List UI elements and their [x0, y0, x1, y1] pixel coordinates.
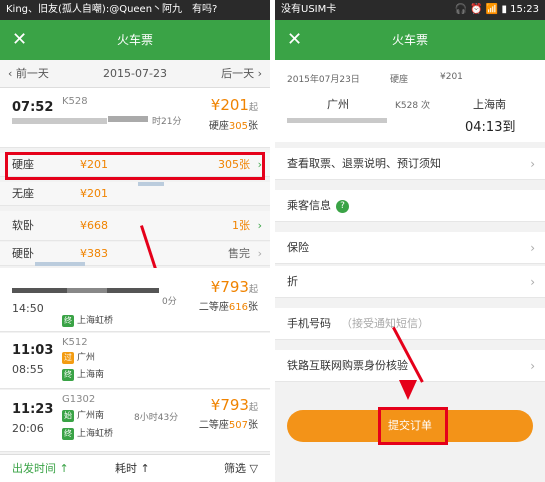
- page-title: 火车票: [116, 33, 153, 47]
- blurred-content: [138, 182, 164, 186]
- wifi-icon: 📶: [485, 4, 499, 15]
- train-item-g1302[interactable]: 11:23 20:06 G1302 始广州南 终上海虹桥 8小时43分 ¥793…: [0, 390, 270, 452]
- right-screen: 没有USIM卡 🎧 ⏰ 📶 ▮ 15:23 ✕ 火车票 2015年07月23日 …: [275, 0, 545, 482]
- duration: 8小时43分: [134, 413, 179, 423]
- blurred-content: [67, 288, 107, 293]
- price: ¥793起: [210, 396, 258, 414]
- blurred-content: [12, 288, 67, 293]
- seat-availability: 硬座305张: [208, 121, 258, 132]
- title-bar: ✕ 火车票: [275, 20, 545, 60]
- ticket-date: 2015年07月23日: [287, 75, 360, 85]
- seat-availability: 二等座507张: [198, 420, 258, 431]
- duration: 0分: [162, 297, 177, 307]
- red-arrow-head: [399, 380, 417, 400]
- booking-info-row[interactable]: 查看取票、退票说明、预订须知 ›: [275, 148, 545, 180]
- battery-icon: ▮: [501, 4, 507, 15]
- from-station: 广州: [327, 98, 349, 111]
- title-bar: ✕ 火车票: [0, 20, 270, 60]
- chevron-right-icon: ›: [530, 241, 535, 255]
- train-item-k528[interactable]: 07:52 K528 时21分 ¥201起 硬座305张: [0, 88, 270, 148]
- arrive-time: 20:06: [12, 422, 44, 435]
- to-station: 上海南: [473, 98, 506, 111]
- ticket-summary: 2015年07月23日 硬座 ¥201 广州 K528 次 上海南 04:13到: [275, 60, 545, 142]
- blurred-content: [107, 288, 159, 293]
- arrive-station: 终上海虹桥: [62, 427, 114, 440]
- filter-icon: ▽: [249, 462, 258, 475]
- depart-station: 始广州南: [62, 409, 105, 422]
- blurred-content: [35, 262, 85, 266]
- sort-depart-time-button[interactable]: 出发时间 ↑: [12, 455, 69, 482]
- ticket-price: ¥201: [440, 72, 463, 82]
- next-day-button[interactable]: 后一天 ›: [221, 60, 262, 88]
- depart-station: 过广州: [62, 351, 96, 364]
- insurance-row[interactable]: 保险 ›: [275, 232, 545, 264]
- train-number: K528: [62, 96, 88, 107]
- highlight-box: [378, 407, 448, 445]
- arrive-time: 04:13到: [465, 120, 516, 135]
- arrive-time: 14:50: [12, 302, 44, 315]
- blurred-content: [108, 116, 148, 122]
- arrive-station: 终上海虹桥: [62, 314, 114, 327]
- arrive-time: 08:55: [12, 363, 44, 376]
- train-item-k512[interactable]: 11:03 08:55 K512 过广州 终上海南: [0, 333, 270, 389]
- arrive-station: 终上海南: [62, 368, 105, 381]
- highlight-box: [5, 152, 265, 180]
- price: ¥793起: [210, 278, 258, 296]
- sort-duration-button[interactable]: 耗时 ↑: [115, 455, 150, 482]
- price: ¥201起: [210, 96, 258, 114]
- chevron-right-icon: ›: [530, 275, 535, 289]
- depart-time: 07:52: [12, 100, 54, 115]
- duration: 时21分: [152, 117, 182, 127]
- help-icon[interactable]: ?: [336, 199, 349, 213]
- left-screen: King、旧友(孤人自嘲):@Queen丶阿九 有吗? ✕ 火车票 ‹ 前一天 …: [0, 0, 270, 482]
- seat-row-soft-sleeper[interactable]: 软卧 ¥668 1张 ›: [0, 211, 270, 241]
- alarm-icon: ⏰: [470, 4, 483, 15]
- depart-time: 11:23: [12, 402, 54, 417]
- status-bar: 没有USIM卡 🎧 ⏰ 📶 ▮ 15:23: [275, 0, 545, 20]
- seat-row-hard-sleeper[interactable]: 硬卧 ¥383 售完 ›: [0, 242, 270, 266]
- train-number: K512: [62, 337, 88, 348]
- seat-row-no-seat[interactable]: 无座 ¥201: [0, 182, 270, 206]
- chevron-right-icon: ›: [257, 247, 262, 260]
- chevron-right-icon: ›: [257, 219, 262, 232]
- train-number: K528 次: [395, 101, 430, 111]
- discount-row[interactable]: 折 ›: [275, 266, 545, 298]
- depart-time: 11:03: [12, 343, 54, 358]
- page-title: 火车票: [391, 33, 428, 47]
- clock-time: 15:23: [510, 4, 539, 15]
- status-bar: King、旧友(孤人自嘲):@Queen丶阿九 有吗?: [0, 0, 270, 20]
- train-number: G1302: [62, 394, 96, 405]
- chevron-right-icon: ›: [530, 157, 535, 171]
- seat-availability: 二等座616张: [198, 302, 258, 313]
- blurred-content: [12, 118, 107, 124]
- passenger-info-row[interactable]: 乘客信息?: [275, 190, 545, 222]
- date-bar: ‹ 前一天 2015-07-23 后一天 ›: [0, 60, 270, 88]
- ticket-seat: 硬座: [390, 75, 409, 85]
- chevron-right-icon: ›: [530, 359, 535, 373]
- notification-text: King、旧友(孤人自嘲):@Queen丶阿九 有吗?: [6, 4, 218, 15]
- sort-bar: 出发时间 ↑ 耗时 ↑ 筛选 ▽: [0, 454, 270, 482]
- headphones-icon: 🎧: [454, 4, 467, 15]
- filter-button[interactable]: 筛选 ▽: [224, 455, 258, 482]
- blurred-content: [287, 118, 387, 123]
- phone-number-row[interactable]: 手机号码 （接受通知短信）: [275, 308, 545, 340]
- train-item-2[interactable]: 0分 14:50 终上海虹桥 ¥793起 二等座616张: [0, 268, 270, 332]
- carrier-text: 没有USIM卡: [281, 4, 337, 15]
- phone-input[interactable]: （接受通知短信）: [341, 317, 429, 330]
